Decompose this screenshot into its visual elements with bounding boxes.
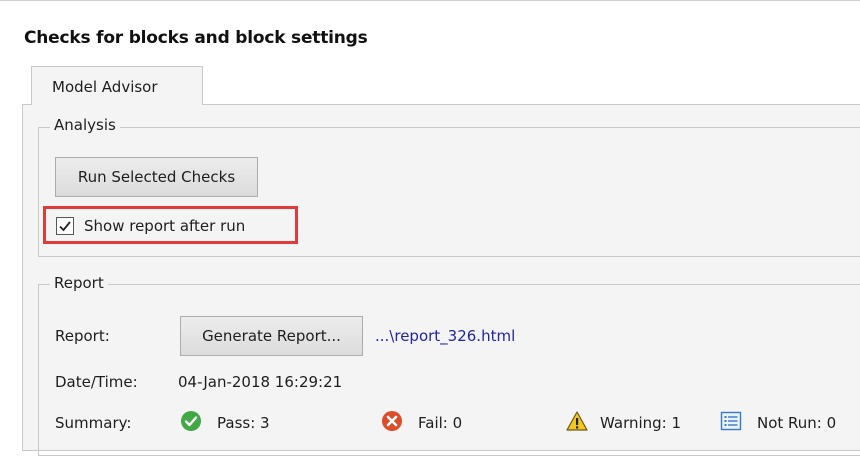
report-label: Report:: [55, 327, 110, 345]
show-report-checkbox[interactable]: [56, 217, 74, 235]
page-title: Checks for blocks and block settings: [24, 28, 368, 48]
checkmark-icon: [59, 221, 71, 232]
show-report-highlight: Show report after run: [43, 206, 298, 244]
x-circle-icon: [382, 411, 402, 431]
warning-triangle-icon: [566, 411, 588, 431]
report-file-link[interactable]: ...\report_326.html: [375, 327, 515, 345]
datetime-label: Date/Time:: [55, 373, 138, 391]
show-report-label[interactable]: Show report after run: [84, 217, 245, 235]
summary-pass: Pass: 3: [217, 414, 270, 432]
summary-label: Summary:: [55, 414, 132, 432]
run-selected-checks-button[interactable]: Run Selected Checks: [55, 157, 258, 197]
analysis-legend: Analysis: [50, 116, 120, 134]
datetime-value: 04-Jan-2018 16:29:21: [178, 373, 343, 391]
check-circle-icon: [181, 411, 201, 431]
tab-model-advisor[interactable]: Model Advisor: [31, 66, 203, 105]
generate-report-button[interactable]: Generate Report...: [180, 316, 363, 356]
report-legend: Report: [50, 274, 108, 292]
summary-fail: Fail: 0: [418, 414, 463, 432]
summary-warning: Warning: 1: [600, 414, 682, 432]
tab-model-advisor-label: Model Advisor: [52, 78, 158, 96]
list-icon: [720, 411, 742, 431]
top-divider: [0, 0, 860, 1]
summary-not-run: Not Run: 0: [757, 414, 837, 432]
